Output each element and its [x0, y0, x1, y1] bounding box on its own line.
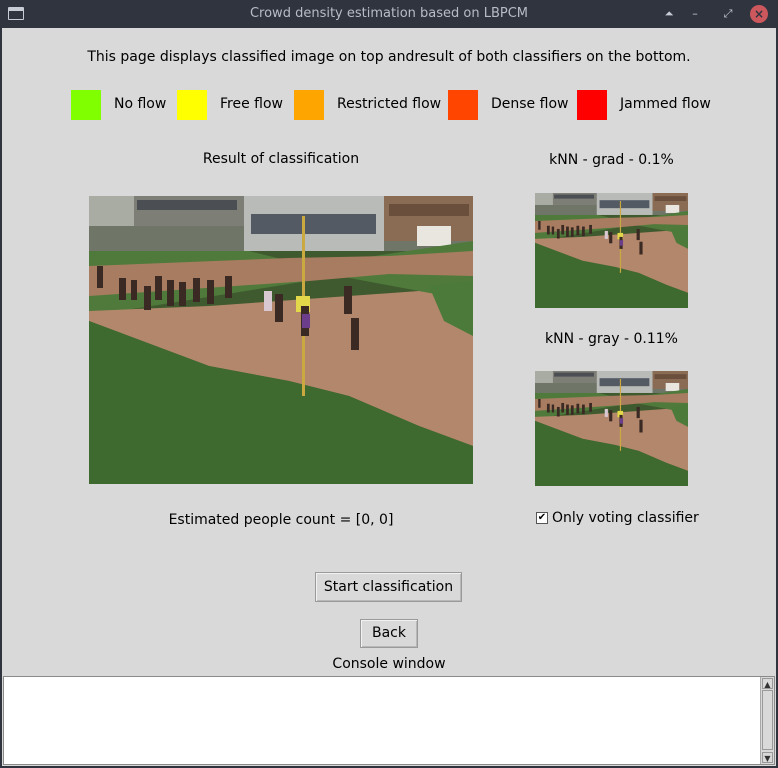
only-voting-label[interactable]: Only voting classifier — [552, 510, 699, 526]
legend-label-jammed-flow: Jammed flow — [620, 96, 711, 112]
legend-swatch-dense-flow — [448, 90, 478, 120]
classified-image — [89, 196, 473, 484]
legend-label-dense-flow: Dense flow — [491, 96, 569, 112]
legend-label-no-flow: No flow — [114, 96, 167, 112]
minimize-icon[interactable]: – — [686, 5, 704, 23]
console-label: Console window — [332, 656, 446, 672]
knn-gray-image — [535, 371, 688, 486]
knn-grad-title: kNN - grad - 0.1% — [549, 152, 674, 168]
legend-label-restricted-flow: Restricted flow — [337, 96, 442, 112]
result-title: Result of classification — [202, 151, 360, 167]
scroll-up-icon[interactable]: ▲ — [762, 678, 773, 689]
scroll-down-icon[interactable]: ▼ — [762, 752, 773, 763]
legend-swatch-free-flow — [177, 90, 207, 120]
only-voting-checkbox[interactable]: ✔ — [536, 512, 548, 524]
legend-label-free-flow: Free flow — [220, 96, 283, 112]
scroll-thumb[interactable] — [762, 690, 773, 750]
knn-gray-title: kNN - gray - 0.11% — [545, 331, 678, 347]
page-description: This page displays classified image on t… — [87, 49, 691, 65]
back-button[interactable]: Back — [360, 619, 418, 648]
maximize-icon[interactable]: ⤢ — [719, 5, 737, 23]
knn-grad-image — [535, 193, 688, 308]
console-scrollbar[interactable]: ▲ ▼ — [760, 677, 774, 764]
app-window: Crowd density estimation based on LBPCM … — [0, 0, 778, 768]
close-icon[interactable]: × — [750, 5, 768, 23]
people-count-label: Estimated people count = [0, 0] — [168, 512, 394, 528]
shade-icon[interactable]: ⏶ — [660, 5, 678, 23]
title-bar: Crowd density estimation based on LBPCM … — [0, 0, 778, 28]
start-classification-button[interactable]: Start classification — [315, 572, 462, 602]
main-content: This page displays classified image on t… — [2, 28, 776, 766]
legend-swatch-no-flow — [71, 90, 101, 120]
legend-swatch-restricted-flow — [294, 90, 324, 120]
legend-swatch-jammed-flow — [577, 90, 607, 120]
console-window[interactable]: ▲ ▼ — [3, 676, 775, 765]
